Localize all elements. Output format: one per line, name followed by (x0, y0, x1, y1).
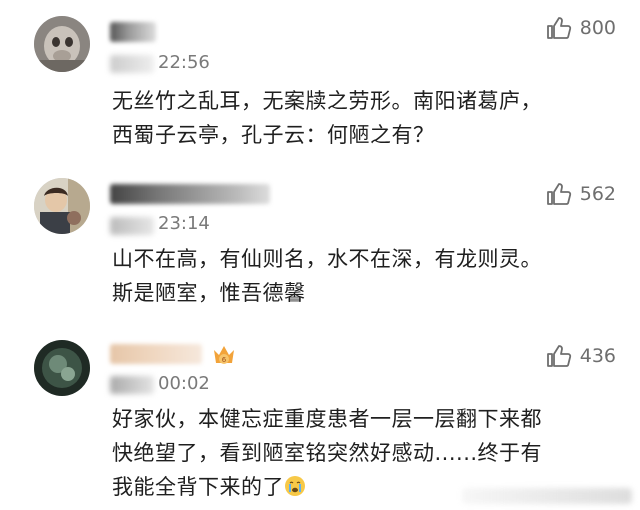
comment-time: 22:56 (158, 52, 210, 73)
like-count: 436 (579, 345, 616, 367)
date-redacted (110, 217, 154, 235)
comment-text: 山不在高，有仙则名，水不在深，有龙则灵。 斯是陋室，惟吾德馨 (112, 242, 612, 310)
date-redacted (110, 376, 154, 394)
thumbs-up-icon (546, 182, 572, 206)
crying-face-icon (285, 476, 305, 496)
svg-text:6: 6 (222, 356, 227, 364)
watermark-redacted (462, 488, 632, 504)
username-redacted[interactable] (110, 184, 270, 204)
comment-line: 西蜀子云亭，孔子云：何陋之有？ (112, 123, 435, 147)
thumbs-up-icon (546, 344, 572, 368)
comment-line: 好家伙，本健忘症重度患者一层一层翻下来都 (112, 407, 542, 431)
comment-time: 23:14 (158, 213, 210, 234)
like-button[interactable]: 562 (546, 182, 616, 206)
avatar[interactable] (34, 340, 90, 396)
thumbs-up-icon (546, 16, 572, 40)
like-button[interactable]: 800 (546, 16, 616, 40)
username-redacted[interactable] (110, 22, 156, 42)
avatar[interactable] (34, 178, 90, 234)
comment-time: 00:02 (158, 373, 210, 394)
username-redacted[interactable] (110, 344, 202, 364)
avatar[interactable] (34, 16, 90, 72)
like-button[interactable]: 436 (546, 344, 616, 368)
like-count: 800 (579, 17, 616, 39)
comment-text: 无丝竹之乱耳，无案牍之劳形。南阳诸葛庐， 西蜀子云亭，孔子云：何陋之有？ (112, 84, 612, 152)
comment-line: 快绝望了，看到陋室铭突然好感动......终于有 (112, 441, 543, 465)
comment-line: 斯是陋室，惟吾德馨 (112, 281, 306, 305)
comment-line: 无丝竹之乱耳，无案牍之劳形。南阳诸葛庐， (112, 89, 542, 113)
comment-line-text: 我能全背下来的了 (112, 475, 284, 499)
comment-line: 山不在高，有仙则名，水不在深，有龙则灵。 (112, 247, 542, 271)
like-count: 562 (579, 183, 616, 205)
date-redacted (110, 55, 154, 73)
vip-crown-badge-icon: 6 (214, 346, 234, 364)
